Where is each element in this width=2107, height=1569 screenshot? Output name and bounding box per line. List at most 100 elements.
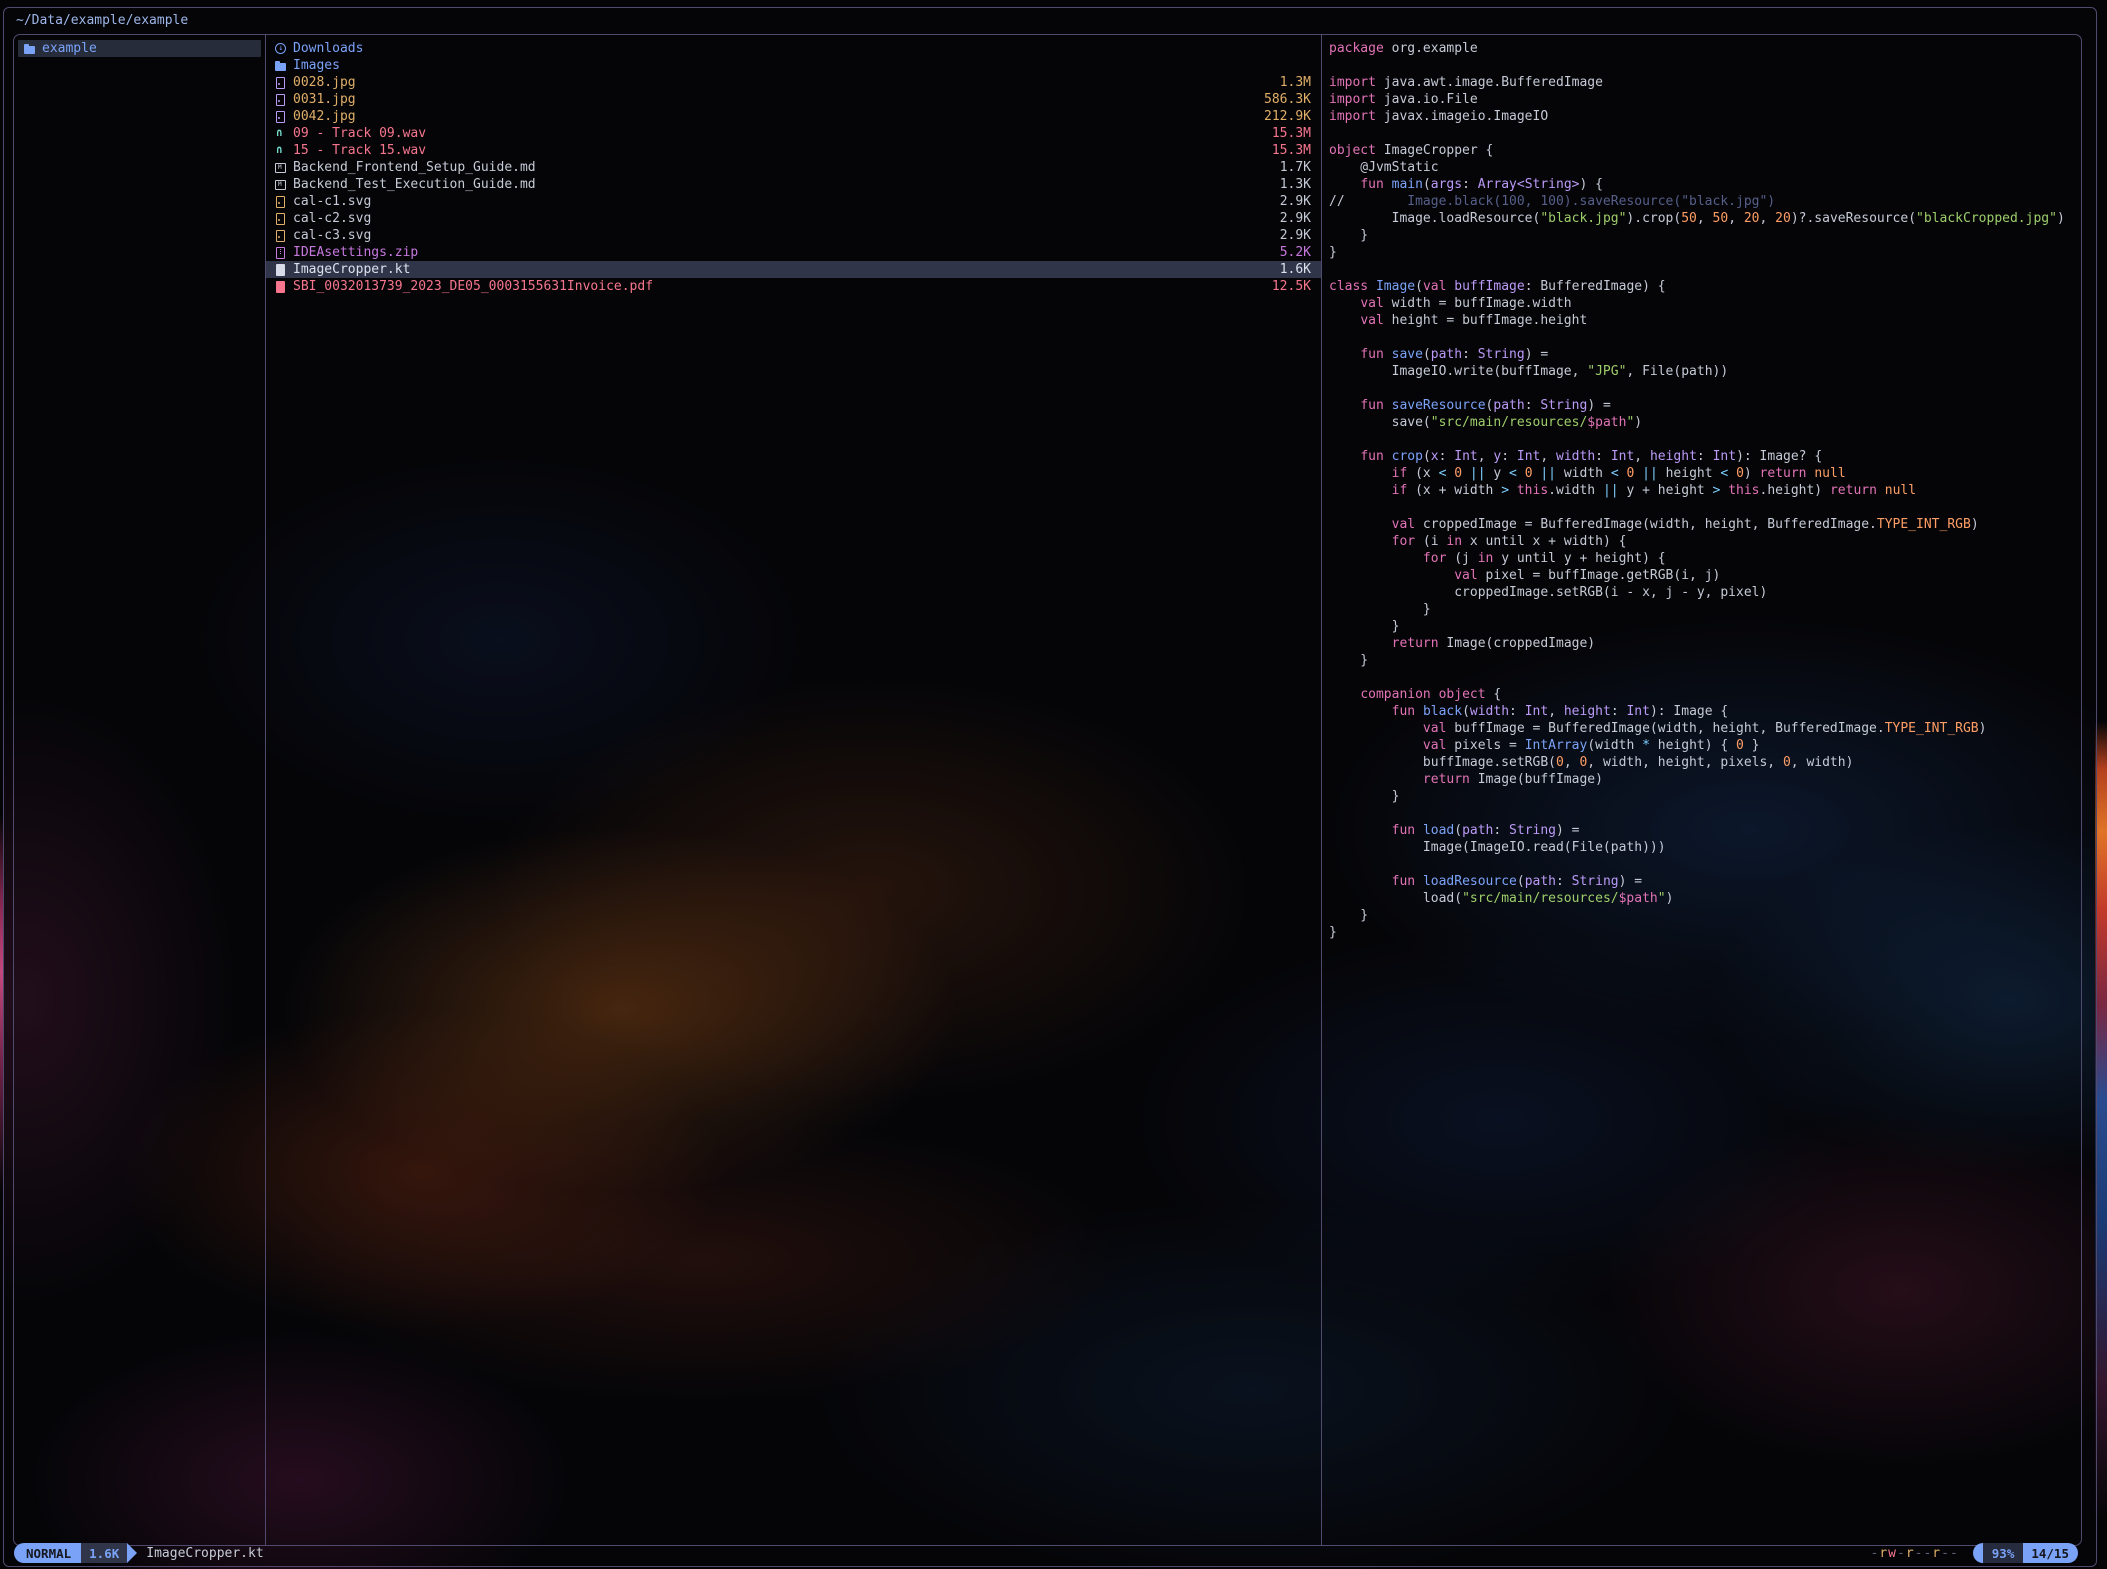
- image-icon: [275, 93, 287, 106]
- code-line: if (x < 0 || y < 0 || width < 0 || heigh…: [1329, 465, 2075, 482]
- code-line: ImageIO.write(buffImage, "JPG", File(pat…: [1329, 363, 2075, 380]
- code-line: [1329, 380, 2075, 397]
- current-path: ~/Data/example/example: [16, 11, 188, 31]
- permissions: -rw-r--r--: [1871, 1546, 1959, 1561]
- parent-pane: example: [14, 35, 266, 1545]
- file-name: Images: [293, 57, 340, 74]
- code-line: }: [1329, 618, 2075, 635]
- file-size: 1.6K: [1268, 261, 1311, 278]
- file-name: SBI_0032013739_2023_DE05_0003155631Invoi…: [293, 278, 653, 295]
- preview-pane[interactable]: package org.example import java.awt.imag…: [1322, 35, 2081, 1545]
- file-row[interactable]: Images: [266, 57, 1321, 74]
- code-line: }: [1329, 244, 2075, 261]
- code-line: val croppedImage = BufferedImage(width, …: [1329, 516, 2075, 533]
- file-row[interactable]: 0028.jpg 1.3M: [266, 74, 1321, 91]
- file-size: 12.5K: [1260, 278, 1311, 295]
- mode-badge: NORMAL: [14, 1543, 81, 1563]
- file-row[interactable]: Backend_Test_Execution_Guide.md1.3K: [266, 176, 1321, 193]
- image-icon: [275, 110, 287, 123]
- file-row[interactable]: 09 - Track 09.wav15.3M: [266, 125, 1321, 142]
- image-icon: [275, 212, 287, 225]
- code-line: @JvmStatic: [1329, 159, 2075, 176]
- code-line: [1329, 261, 2075, 278]
- code-line: }: [1329, 652, 2075, 669]
- code-line: val height = buffImage.height: [1329, 312, 2075, 329]
- code-line: object ImageCropper {: [1329, 142, 2075, 159]
- yazi-terminal-window: ~/Data/example/example example Downloads…: [3, 7, 2097, 1567]
- file-name: cal-c3.svg: [293, 227, 371, 244]
- file-name: IDEAsettings.zip: [293, 244, 418, 261]
- file-list: DownloadsImages0028.jpg 1.3M0031.jpg586.3…: [266, 35, 1322, 1545]
- file-row[interactable]: Backend_Frontend_Setup_Guide.md 1.7K: [266, 159, 1321, 176]
- code-line: return Image(croppedImage): [1329, 635, 2075, 652]
- code-line: load("src/main/resources/$path"): [1329, 890, 2075, 907]
- dir-name: example: [42, 40, 97, 57]
- status-filename: ImageCropper.kt: [146, 1546, 263, 1561]
- image-icon: [275, 229, 287, 242]
- file-row[interactable]: 15 - Track 15.wav 15.3M: [266, 142, 1321, 159]
- code-line: if (x + width > this.width || y + height…: [1329, 482, 2075, 499]
- code-line: save("src/main/resources/$path"): [1329, 414, 2075, 431]
- code-line: fun load(path: String) =: [1329, 822, 2075, 839]
- image-icon: [275, 195, 287, 208]
- folder-icon: [24, 42, 36, 55]
- code-line: val width = buffImage.width: [1329, 295, 2075, 312]
- code-line: for (i in x until x + width) {: [1329, 533, 2075, 550]
- file-row[interactable]: SBI_0032013739_2023_DE05_0003155631Invoi…: [266, 278, 1321, 295]
- file-name: Downloads: [293, 40, 363, 57]
- status-right: -rw-r--r-- 93% 14/15: [1871, 1543, 2079, 1563]
- file-size: 1.7K: [1268, 159, 1311, 176]
- file-size: 1.3M: [1268, 74, 1311, 91]
- file-row[interactable]: 0042.jpg212.9K: [266, 108, 1321, 125]
- code-line: fun save(path: String) =: [1329, 346, 2075, 363]
- file-row[interactable]: IDEAsettings.zip5.2K: [266, 244, 1321, 261]
- code-line: }: [1329, 924, 2075, 941]
- code-line: for (j in y until y + height) {: [1329, 550, 2075, 567]
- powerline-arrow-icon: [127, 1543, 137, 1563]
- screen: ~/Data/example/example example Downloads…: [0, 0, 2107, 1569]
- audio-icon: [275, 144, 287, 157]
- file-row[interactable]: cal-c2.svg 2.9K: [266, 210, 1321, 227]
- markdown-icon: [275, 161, 287, 174]
- file-name: Backend_Frontend_Setup_Guide.md: [293, 159, 536, 176]
- code-line: }: [1329, 227, 2075, 244]
- file-size: 2.9K: [1268, 210, 1311, 227]
- file-name: 15 - Track 15.wav: [293, 142, 426, 159]
- file-name: 0028.jpg: [293, 74, 356, 91]
- code-line: package org.example: [1329, 40, 2075, 57]
- code-line: [1329, 499, 2075, 516]
- code-line: // Image.black(100, 100).saveResource("b…: [1329, 193, 2075, 210]
- code-line: [1329, 805, 2075, 822]
- file-row[interactable]: ImageCropper.kt1.6K: [266, 261, 1321, 278]
- selected-file-size: 1.6K: [81, 1543, 127, 1563]
- code-line: }: [1329, 788, 2075, 805]
- parent-dir-row[interactable]: example: [18, 40, 261, 57]
- file-name: Backend_Test_Execution_Guide.md: [293, 176, 536, 193]
- file-row[interactable]: Downloads: [266, 40, 1321, 57]
- code-line: fun main(args: Array<String>) {: [1329, 176, 2075, 193]
- code-line: val buffImage = BufferedImage(width, hei…: [1329, 720, 2075, 737]
- file-size: 15.3M: [1260, 125, 1311, 142]
- code-line: }: [1329, 907, 2075, 924]
- file-row[interactable]: cal-c1.svg2.9K: [266, 193, 1321, 210]
- file-row[interactable]: 0031.jpg586.3K: [266, 91, 1321, 108]
- code-line: import java.awt.image.BufferedImage: [1329, 74, 2075, 91]
- status-bar: NORMAL 1.6K ImageCropper.kt -rw-r--r-- 9…: [14, 1543, 2078, 1563]
- image-icon: [275, 76, 287, 89]
- code-line: [1329, 669, 2075, 686]
- code-line: val pixel = buffImage.getRGB(i, j): [1329, 567, 2075, 584]
- code-line: buffImage.setRGB(0, 0, width, height, pi…: [1329, 754, 2075, 771]
- code-line: [1329, 57, 2075, 74]
- code-line: [1329, 431, 2075, 448]
- file-name: cal-c2.svg: [293, 210, 371, 227]
- markdown-icon: [275, 178, 287, 191]
- file-name: 0031.jpg: [293, 91, 356, 108]
- pdf-icon: [275, 280, 287, 293]
- scroll-percent: 93%: [1983, 1543, 2024, 1563]
- code-line: [1329, 329, 2075, 346]
- file-row[interactable]: cal-c3.svg2.9K: [266, 227, 1321, 244]
- code-line: fun crop(x: Int, y: Int, width: Int, hei…: [1329, 448, 2075, 465]
- file-size: 15.3M: [1260, 142, 1311, 159]
- file-icon: [275, 263, 287, 276]
- file-size: 2.9K: [1268, 193, 1311, 210]
